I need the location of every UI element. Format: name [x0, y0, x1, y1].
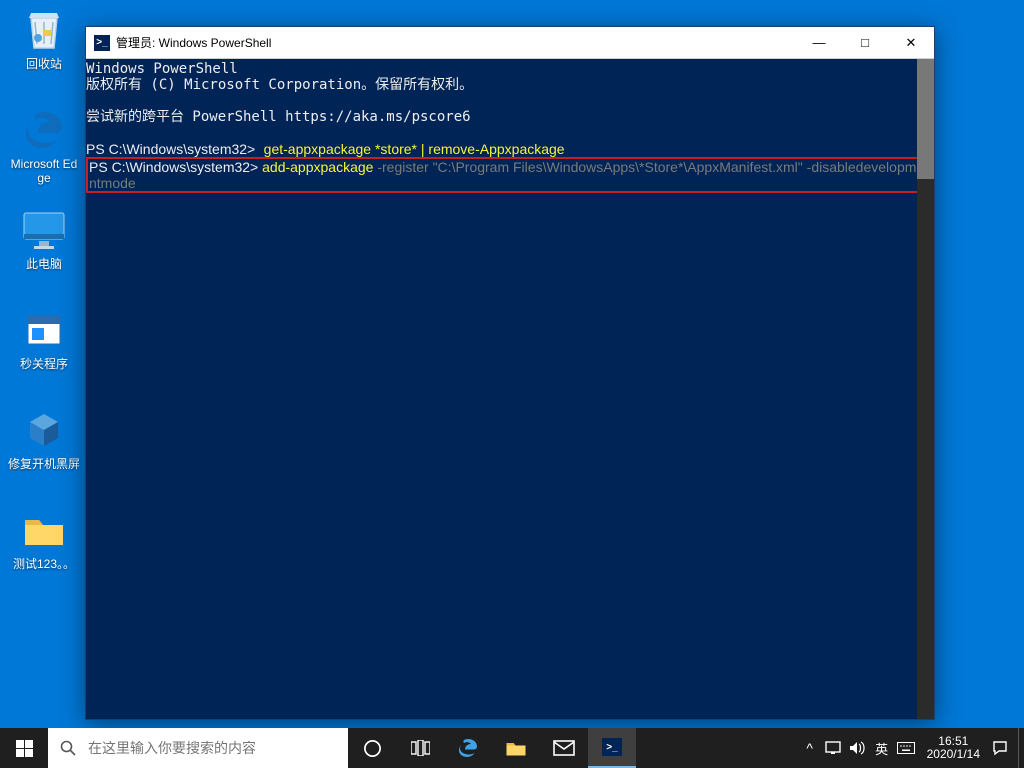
edge-icon — [457, 737, 479, 759]
desktop-icon-this-pc[interactable]: 此电脑 — [6, 206, 82, 271]
terminal-command-line: PS C:\Windows\system32> add-appxpackage … — [89, 159, 927, 191]
tray-volume-icon[interactable] — [849, 741, 867, 755]
minimize-button[interactable]: — — [796, 27, 842, 58]
desktop-icon-shutdown-app[interactable]: 秒关程序 — [6, 306, 82, 371]
search-icon — [60, 740, 76, 756]
mail-icon — [553, 740, 575, 756]
desktop-icon-test-folder[interactable]: 测试123。。 — [6, 506, 82, 571]
system-tray: ^ 英 16:51 2020/1/14 — [793, 728, 1018, 768]
taskbar-file-explorer[interactable] — [492, 728, 540, 768]
tray-action-center-icon[interactable] — [992, 740, 1010, 756]
monitor-icon — [20, 206, 68, 254]
highlighted-command-box: PS C:\Windows\system32> add-appxpackage … — [86, 157, 930, 193]
window-title: 管理员: Windows PowerShell — [116, 34, 796, 51]
window-titlebar[interactable]: >_ 管理员: Windows PowerShell — □ ✕ — [86, 27, 934, 59]
taskbar-edge[interactable] — [444, 728, 492, 768]
tray-chevron-up-icon[interactable]: ^ — [801, 740, 819, 756]
terminal-line — [86, 125, 930, 141]
folder-icon — [20, 506, 68, 554]
desktop-icon-edge[interactable]: Microsoft Edge — [6, 106, 82, 185]
taskbar-powershell[interactable]: >_ — [588, 728, 636, 768]
taskbar-mail[interactable] — [540, 728, 588, 768]
close-button[interactable]: ✕ — [888, 27, 934, 58]
circle-icon — [363, 739, 382, 758]
cube-app-icon — [20, 406, 68, 454]
maximize-button[interactable]: □ — [842, 27, 888, 58]
desktop-icon-recycle-bin[interactable]: 回收站 — [6, 6, 82, 71]
desktop-icon-repair-boot[interactable]: 修复开机黑屏 — [6, 406, 82, 471]
taskbar-cortana[interactable] — [348, 728, 396, 768]
tray-ime-indicator[interactable]: 英 — [873, 739, 891, 758]
tray-network-icon[interactable] — [825, 741, 843, 755]
recycle-bin-icon — [20, 6, 68, 54]
task-view-icon — [411, 740, 430, 756]
terminal-line: 版权所有 (C) Microsoft Corporation。保留所有权利。 — [86, 77, 930, 93]
terminal-line: Windows PowerShell — [86, 61, 930, 77]
tray-clock[interactable]: 16:51 2020/1/14 — [921, 735, 986, 761]
desktop-icon-label: 秒关程序 — [6, 357, 82, 371]
desktop: 回收站 Microsoft Edge 此电脑 秒关程序 修复开机黑屏 测试123… — [0, 0, 1024, 728]
terminal-line: 尝试新的跨平台 PowerShell https://aka.ms/pscore… — [86, 109, 930, 125]
desktop-icon-label: Microsoft Edge — [6, 157, 82, 185]
terminal-command-line: PS C:\Windows\system32> get-appxpackage … — [86, 141, 930, 158]
folder-icon — [505, 739, 527, 757]
start-button[interactable] — [0, 728, 48, 768]
powershell-window: >_ 管理员: Windows PowerShell — □ ✕ Windows… — [85, 26, 935, 720]
powershell-icon: >_ — [602, 738, 622, 756]
desktop-icon-label: 测试123。。 — [6, 557, 82, 571]
app-window-icon — [20, 306, 68, 354]
scrollbar-thumb[interactable] — [917, 59, 934, 179]
powershell-icon: >_ — [94, 35, 110, 51]
desktop-icon-label: 回收站 — [6, 57, 82, 71]
taskbar-search[interactable] — [48, 728, 348, 768]
taskbar-task-view[interactable] — [396, 728, 444, 768]
desktop-icon-label: 修复开机黑屏 — [6, 457, 82, 471]
windows-logo-icon — [16, 740, 33, 757]
tray-date: 2020/1/14 — [927, 748, 980, 761]
taskbar: >_ ^ 英 16:51 2020/1/14 — [0, 728, 1024, 768]
window-buttons: — □ ✕ — [796, 27, 934, 58]
show-desktop-button[interactable] — [1018, 728, 1024, 768]
desktop-icon-label: 此电脑 — [6, 257, 82, 271]
search-input[interactable] — [88, 740, 336, 756]
tray-keyboard-icon[interactable] — [897, 742, 915, 754]
terminal-body[interactable]: Windows PowerShell 版权所有 (C) Microsoft Co… — [86, 59, 934, 719]
edge-icon — [20, 106, 68, 154]
terminal-line — [86, 93, 930, 109]
